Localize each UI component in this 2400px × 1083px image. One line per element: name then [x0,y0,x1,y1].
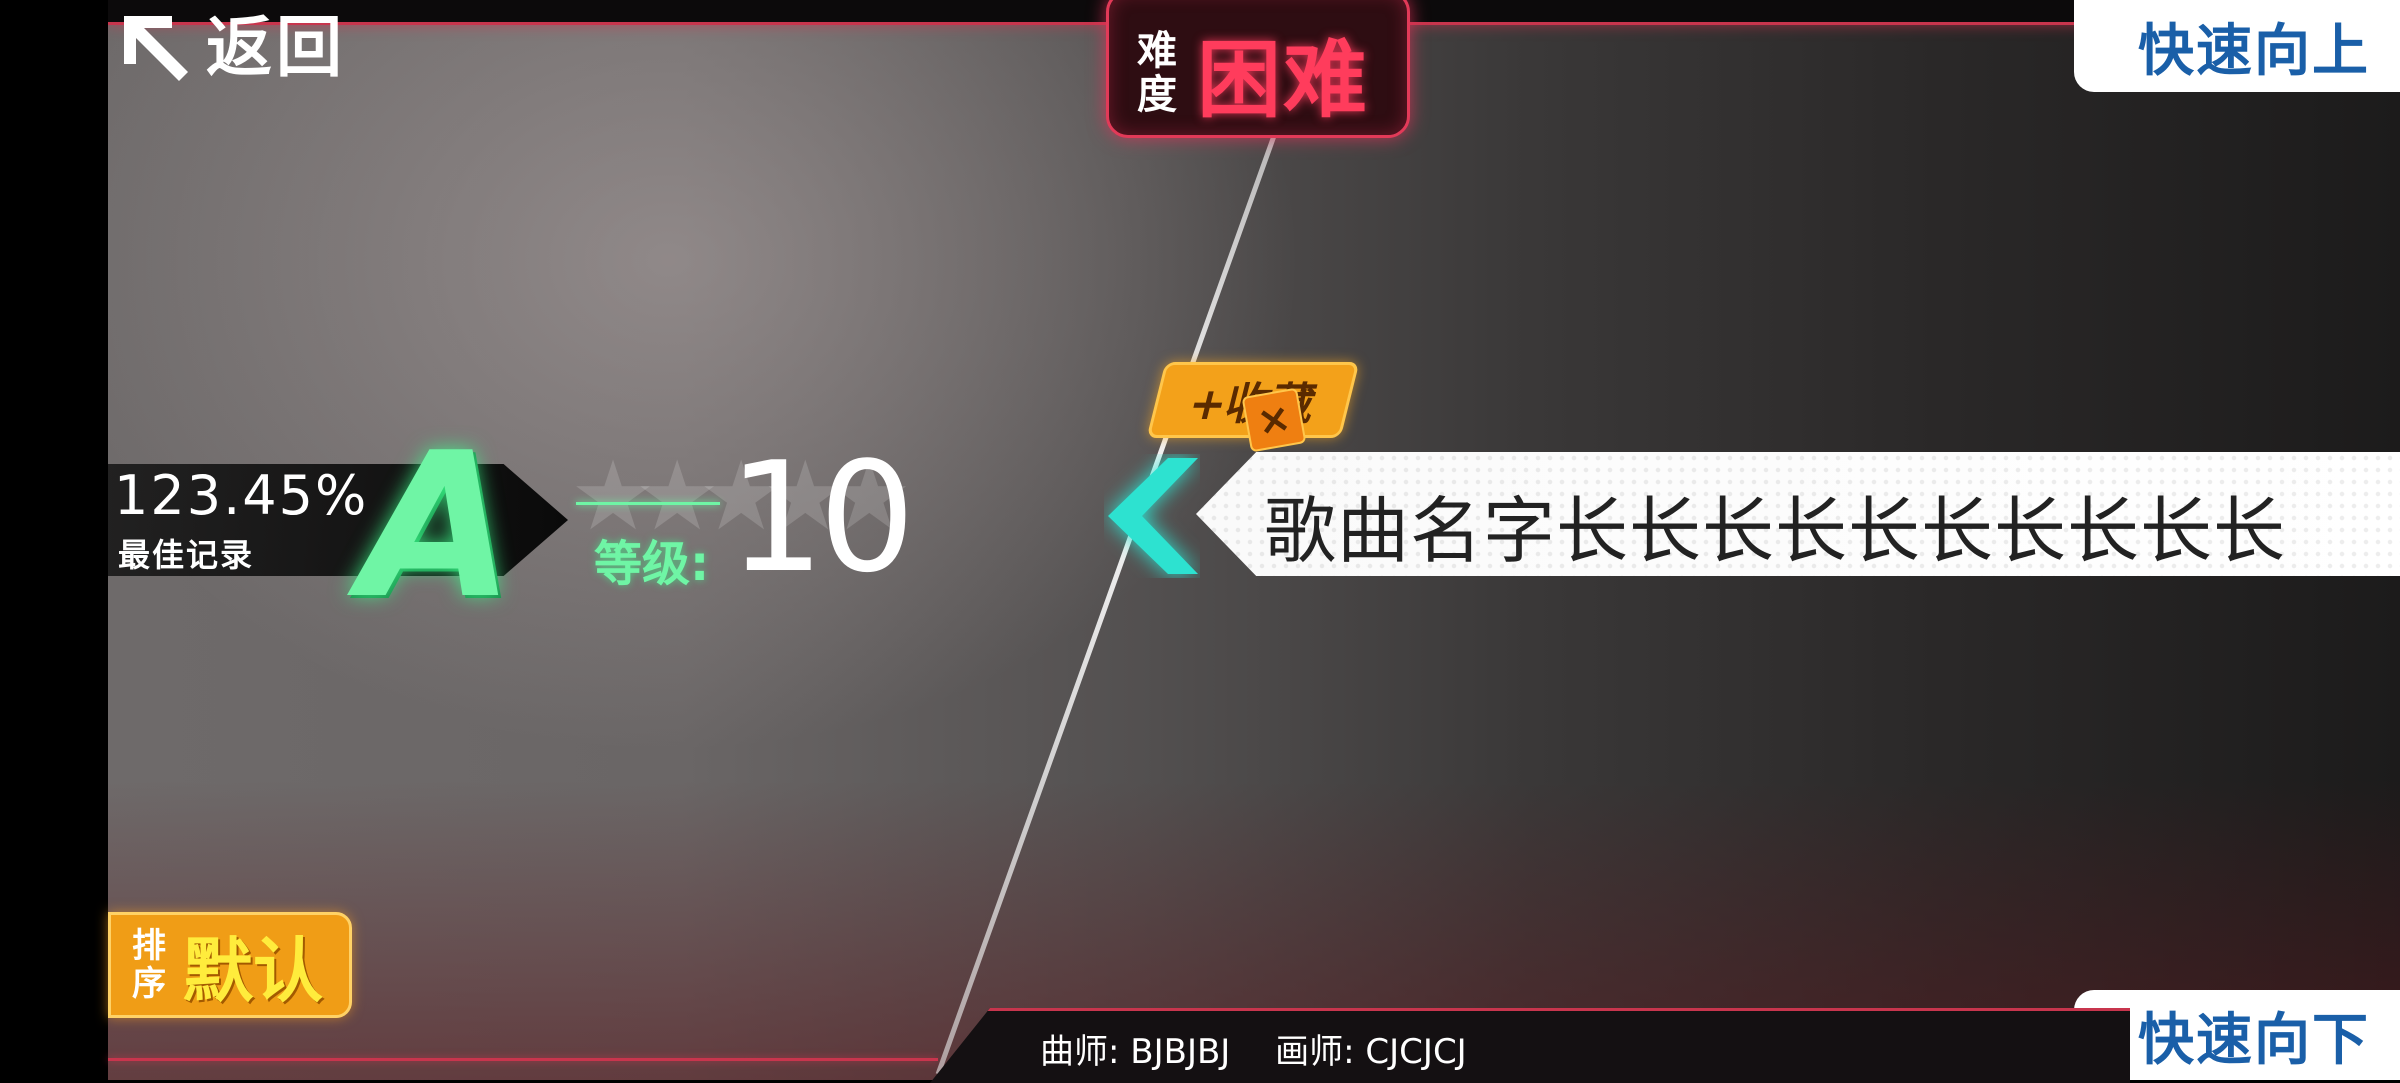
difficulty-label: 难度 [1137,28,1177,118]
difficulty-value: 困难 [1197,30,1370,129]
sort-button[interactable]: 排序 默认 [108,912,352,1018]
grade-letter: A [360,410,515,643]
back-button[interactable]: 返回 [120,12,346,84]
credits: 曲师: BJBJBJ 画师: CJCJCJ [1040,1024,1501,1073]
best-score: 123.45% [114,464,369,527]
composer-credit: 曲师: BJBJBJ [1040,1032,1231,1072]
favorite-remove-icon[interactable]: × [1241,387,1307,453]
song-title: 歌曲名字长长长长长长长长长长 [1264,489,2287,573]
quick-up-button[interactable]: 快速向上 [2074,0,2400,92]
bottom-accent-line [108,1058,938,1061]
artist-credit: 画师: CJCJCJ [1275,1032,1467,1072]
back-label: 返回 [206,9,346,86]
sort-value: 默认 [183,929,323,1012]
level-underline [576,502,720,505]
level-label: 等级: [594,536,710,592]
level-value: 10 [728,429,915,606]
best-record-label: 最佳记录 [118,536,255,574]
sort-label: 排序 [132,926,166,1004]
back-arrow-icon [124,16,188,81]
difficulty-badge[interactable]: 难度 困难 [1106,0,1410,138]
chevron-left-icon[interactable] [1104,454,1200,578]
